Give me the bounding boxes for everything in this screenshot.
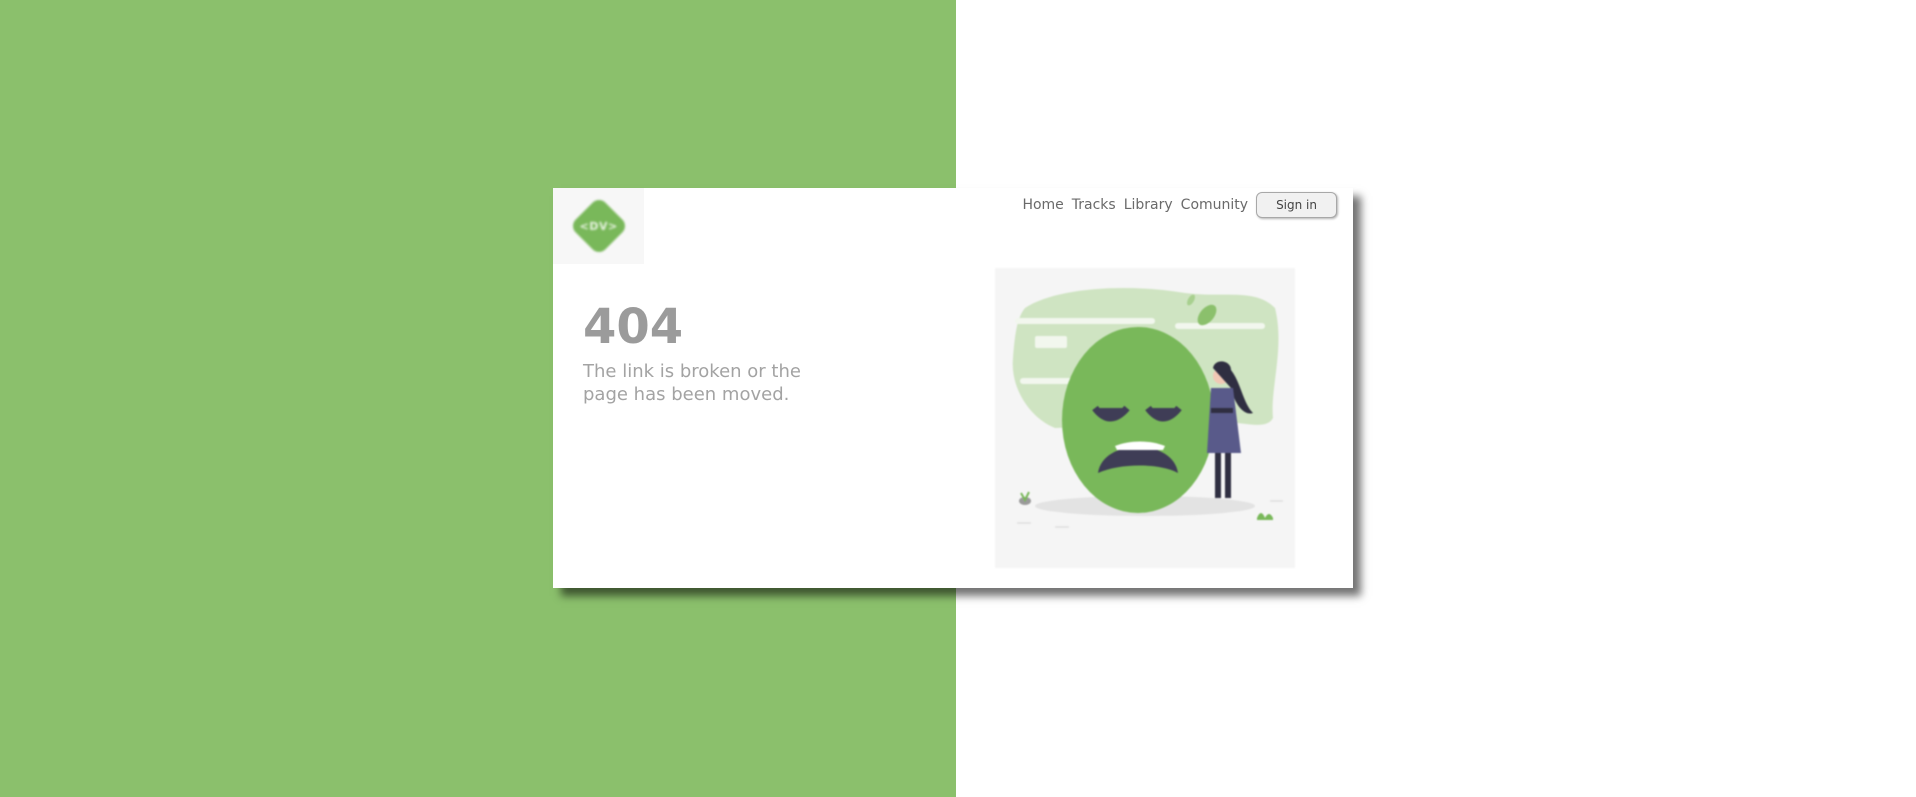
sign-in-button[interactable]: Sign in	[1256, 192, 1337, 218]
decor-block	[1035, 336, 1067, 348]
decor-stripe	[1175, 323, 1265, 329]
nav-link-community[interactable]: Comunity	[1181, 197, 1248, 213]
decor-stripe	[1015, 318, 1155, 324]
logo-text: <DV>	[579, 219, 618, 233]
person-leg	[1215, 453, 1221, 498]
error-message: The link is broken or the page has been …	[583, 361, 801, 405]
error-code: 404	[583, 299, 684, 355]
plant-icon	[1257, 513, 1273, 518]
error-card: <DV> Home Tracks Library Comunity Sign i…	[553, 188, 1353, 588]
nav-link-home[interactable]: Home	[1022, 197, 1063, 213]
left-eye	[1092, 405, 1130, 422]
person-belt	[1211, 408, 1233, 413]
plant-base	[1257, 518, 1273, 520]
logo[interactable]: <DV>	[553, 188, 644, 264]
logo-diamond-icon: <DV>	[568, 196, 629, 256]
person-leg	[1225, 453, 1231, 498]
top-nav: Home Tracks Library Comunity Sign in	[1022, 192, 1337, 218]
sad-face-illustration	[995, 268, 1295, 568]
sad-face-icon	[1062, 327, 1214, 513]
nav-link-tracks[interactable]: Tracks	[1072, 197, 1116, 213]
nav-link-library[interactable]: Library	[1124, 197, 1173, 213]
illustration-graphic	[1012, 288, 1283, 528]
right-eye	[1145, 405, 1182, 422]
